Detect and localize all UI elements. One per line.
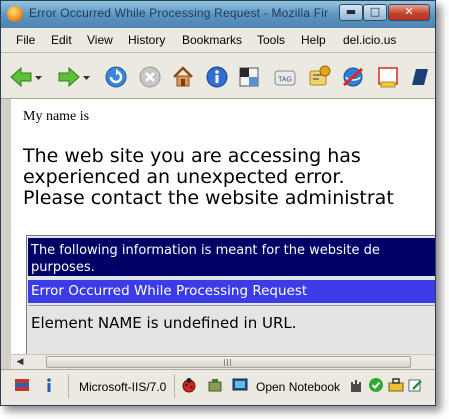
menu-bar: File Edit View History Bookmarks Tools H…: [1, 28, 435, 53]
tag-icon[interactable]: TAG: [273, 65, 297, 89]
menu-edit[interactable]: Edit: [51, 33, 72, 47]
reload-icon[interactable]: [104, 65, 128, 89]
navigation-toolbar: TAG: [1, 53, 435, 99]
package-icon[interactable]: [207, 377, 223, 393]
castle-icon[interactable]: [349, 377, 365, 393]
grip-line: [224, 359, 225, 366]
flag-icon[interactable]: [14, 377, 30, 393]
open-notebook-button[interactable]: Open Notebook: [256, 380, 340, 394]
screen-icon[interactable]: [232, 377, 248, 393]
forward-dropdown-icon[interactable]: [82, 65, 91, 89]
home-icon[interactable]: [171, 65, 195, 89]
error-detail-row: Element NAME is undefined in URL.: [28, 305, 435, 341]
close-button[interactable]: ✕: [388, 4, 430, 21]
grip-line: [230, 359, 231, 366]
firefox-logo-icon: [7, 6, 23, 22]
error-heading-line: experienced an unexpected error.: [23, 166, 345, 188]
server-label: Microsoft-IIS/7.0: [79, 380, 167, 394]
minimize-button[interactable]: ▬: [339, 4, 363, 21]
horizontal-scrollbar[interactable]: ◀: [11, 354, 435, 370]
scroll-left-arrow-icon[interactable]: ◀: [13, 356, 27, 368]
menu-file[interactable]: File: [16, 33, 35, 47]
tag-label: TAG: [278, 77, 292, 84]
bookmarks-icon[interactable]: [237, 65, 261, 89]
menu-delicious[interactable]: del.icio.us: [343, 33, 396, 47]
scrollbar-thumb[interactable]: [46, 356, 411, 368]
error-heading: The web site you are accessing has exper…: [23, 146, 394, 209]
menu-view[interactable]: View: [87, 33, 113, 47]
extension-icon[interactable]: [307, 65, 331, 89]
stop-icon[interactable]: [138, 65, 162, 89]
info-row-line: The following information is meant for t…: [31, 243, 380, 258]
error-heading-line: Please contact the website administrat: [23, 187, 394, 209]
info-row-line: purposes.: [31, 260, 95, 275]
toolbox-icon[interactable]: [388, 377, 404, 393]
grip-line: [227, 359, 228, 366]
checkmark-icon[interactable]: [368, 377, 384, 393]
my-name-text: My name is: [23, 109, 90, 124]
edit-icon[interactable]: [407, 377, 423, 393]
status-separator: [174, 374, 175, 398]
status-separator: [68, 374, 69, 398]
menu-tools[interactable]: Tools: [257, 33, 285, 47]
status-bar: Microsoft-IIS/7.0 Open Notebook: [1, 369, 435, 405]
no-script-icon[interactable]: [341, 65, 365, 89]
title-bar[interactable]: Error Occurred While Processing Request …: [1, 1, 435, 28]
error-details-box: The following information is meant for t…: [26, 235, 435, 354]
forward-arrow-icon[interactable]: [57, 65, 81, 89]
back-arrow-icon[interactable]: [9, 65, 33, 89]
menu-help[interactable]: Help: [301, 33, 326, 47]
window-title: Error Occurred While Processing Request …: [29, 6, 329, 20]
info-row: The following information is meant for t…: [28, 238, 435, 276]
ladybug-icon[interactable]: [181, 377, 197, 393]
page-content: My name is The web site you are accessin…: [11, 99, 435, 354]
menu-bookmarks[interactable]: Bookmarks: [182, 33, 242, 47]
page-info-icon[interactable]: [205, 65, 229, 89]
menu-history[interactable]: History: [128, 33, 165, 47]
error-heading-line: The web site you are accessing has: [23, 145, 361, 167]
notepad-icon[interactable]: [376, 65, 400, 89]
overflow-icon[interactable]: [410, 65, 430, 89]
info-icon[interactable]: [41, 377, 57, 393]
browser-window: Error Occurred While Processing Request …: [0, 0, 436, 406]
maximize-button[interactable]: □: [363, 4, 387, 21]
error-title-row: Error Occurred While Processing Request: [28, 280, 435, 303]
back-dropdown-icon[interactable]: [34, 65, 43, 89]
